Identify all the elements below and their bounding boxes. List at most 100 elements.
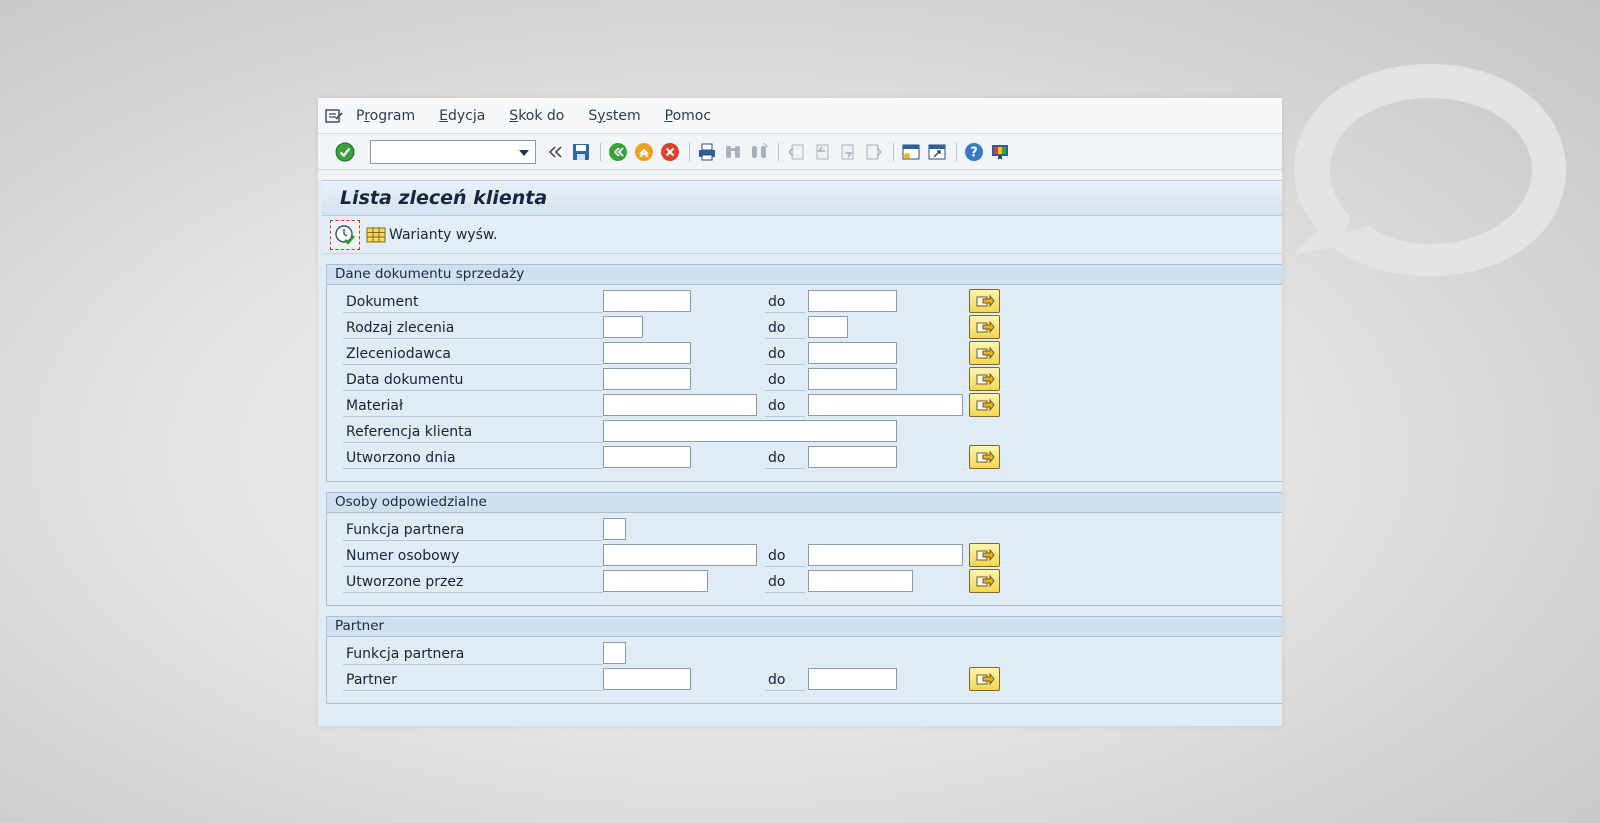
execute-button[interactable] [330, 219, 360, 250]
dokument-from-input[interactable] [603, 290, 691, 312]
menu-pomoc[interactable]: Pomoc [665, 108, 711, 124]
standard-toolbar: ? [318, 134, 1282, 170]
dokument-to-input[interactable] [808, 290, 897, 312]
group-title: Dane dokumentu sprzedaży [327, 265, 1282, 285]
multiple-selection-button[interactable] [969, 569, 1000, 593]
multiple-selection-button[interactable] [969, 445, 1000, 469]
field-label: Data dokumentu [343, 370, 603, 391]
multiple-selection-button[interactable] [969, 315, 1000, 339]
field-label: Utworzone przez [343, 572, 603, 593]
cancel-icon[interactable] [659, 141, 681, 163]
form-row-referencja-klienta: Referencja klienta [327, 419, 1282, 445]
numer-osobowy-to-input[interactable] [808, 544, 963, 566]
menu-system[interactable]: System [588, 108, 640, 124]
arrow-right-icon [976, 294, 995, 308]
range-to-label: do [765, 396, 805, 417]
form-row-zleceniodawca: Zleceniodawca do [327, 341, 1282, 367]
enter-check-icon[interactable] [334, 141, 356, 163]
menu-icon[interactable] [324, 107, 344, 125]
zleceniodawca-to-input[interactable] [808, 342, 897, 364]
toolbar-separator [893, 142, 894, 161]
multiple-selection-button[interactable] [969, 341, 1000, 365]
range-to-label: do [765, 448, 805, 469]
utworzone-przez-from-input[interactable] [603, 570, 708, 592]
arrow-right-icon [976, 398, 995, 412]
range-to-label: do [765, 546, 805, 567]
field-label: Dokument [343, 292, 603, 313]
rodzaj-zlecenia-to-input[interactable] [808, 316, 848, 338]
menu-program[interactable]: Program [356, 108, 415, 124]
range-to-label: do [765, 370, 805, 391]
partner-from-input[interactable] [603, 668, 691, 690]
utworzono-dnia-from-input[interactable] [603, 446, 691, 468]
funkcja-partnera-input[interactable] [603, 518, 626, 540]
back-double-icon[interactable] [544, 141, 566, 163]
form-row-partner-function: Funkcja partnera [327, 641, 1282, 667]
sap-window: Program Edycja Skok do System Pomoc ? Li… [318, 98, 1282, 726]
title-bar: Lista zleceń klienta [322, 180, 1282, 216]
material-to-input[interactable] [808, 394, 963, 416]
range-to-label: do [765, 318, 805, 339]
table-grid-icon [366, 227, 386, 242]
chevron-down-icon[interactable] [519, 149, 529, 156]
form-row-funkcja-partnera: Funkcja partnera [327, 517, 1282, 543]
arrow-right-icon [976, 346, 995, 360]
exit-icon[interactable] [633, 141, 655, 163]
referencja-klienta-input[interactable] [603, 420, 897, 442]
help-icon[interactable]: ? [963, 141, 985, 163]
multiple-selection-button[interactable] [969, 367, 1000, 391]
group-sales-document: Dane dokumentu sprzedaży Dokument do Rod… [326, 264, 1282, 482]
toolbar-gap [318, 170, 1282, 180]
toolbar-separator [778, 142, 779, 161]
rodzaj-zlecenia-from-input[interactable] [603, 316, 643, 338]
range-to-label: do [765, 572, 805, 593]
group-partner: Partner Funkcja partnera Partner do [326, 616, 1282, 704]
menu-bar: Program Edycja Skok do System Pomoc [318, 98, 1282, 134]
toolbar-separator [689, 142, 690, 161]
field-label: Funkcja partnera [343, 520, 603, 541]
utworzone-przez-to-input[interactable] [808, 570, 913, 592]
application-toolbar: Warianty wyśw. [322, 216, 1282, 254]
save-icon[interactable] [570, 141, 592, 163]
arrow-right-icon [976, 320, 995, 334]
multiple-selection-button[interactable] [969, 543, 1000, 567]
display-variants-button[interactable]: Warianty wyśw. [366, 227, 498, 243]
menu-edycja[interactable]: Edycja [439, 108, 485, 124]
partner-function-input[interactable] [603, 642, 626, 664]
back-icon[interactable] [607, 141, 629, 163]
partner-to-input[interactable] [808, 668, 897, 690]
field-label: Materiał [343, 396, 603, 417]
arrow-right-icon [976, 548, 995, 562]
print-icon[interactable] [696, 141, 718, 163]
range-to-label: do [765, 344, 805, 365]
arrow-right-icon [976, 574, 995, 588]
previous-page-icon [811, 141, 833, 163]
toolbar-separator [956, 142, 957, 161]
data-dokumentu-to-input[interactable] [808, 368, 897, 390]
shortcut-icon[interactable] [926, 141, 948, 163]
zleceniodawca-from-input[interactable] [603, 342, 691, 364]
menu-skok-do[interactable]: Skok do [509, 108, 564, 124]
form-row-dokument: Dokument do [327, 289, 1282, 315]
numer-osobowy-from-input[interactable] [603, 544, 757, 566]
material-from-input[interactable] [603, 394, 757, 416]
data-dokumentu-from-input[interactable] [603, 368, 691, 390]
execute-clock-icon [335, 224, 355, 245]
command-field[interactable] [370, 139, 536, 164]
new-session-icon[interactable] [900, 141, 922, 163]
group-title: Osoby odpowiedzialne [327, 493, 1282, 513]
group-title: Partner [327, 617, 1282, 637]
utworzono-dnia-to-input[interactable] [808, 446, 897, 468]
multiple-selection-button[interactable] [969, 667, 1000, 691]
multiple-selection-button[interactable] [969, 393, 1000, 417]
customize-layout-icon[interactable] [989, 141, 1011, 163]
range-to-label: do [765, 292, 805, 313]
speech-bubble-icon [1294, 64, 1566, 276]
field-label: Utworzono dnia [343, 448, 603, 469]
last-page-icon [863, 141, 885, 163]
first-page-icon [785, 141, 807, 163]
field-label: Numer osobowy [343, 546, 603, 567]
arrow-right-icon [976, 450, 995, 464]
field-label: Referencja klienta [343, 422, 603, 443]
multiple-selection-button[interactable] [969, 289, 1000, 313]
